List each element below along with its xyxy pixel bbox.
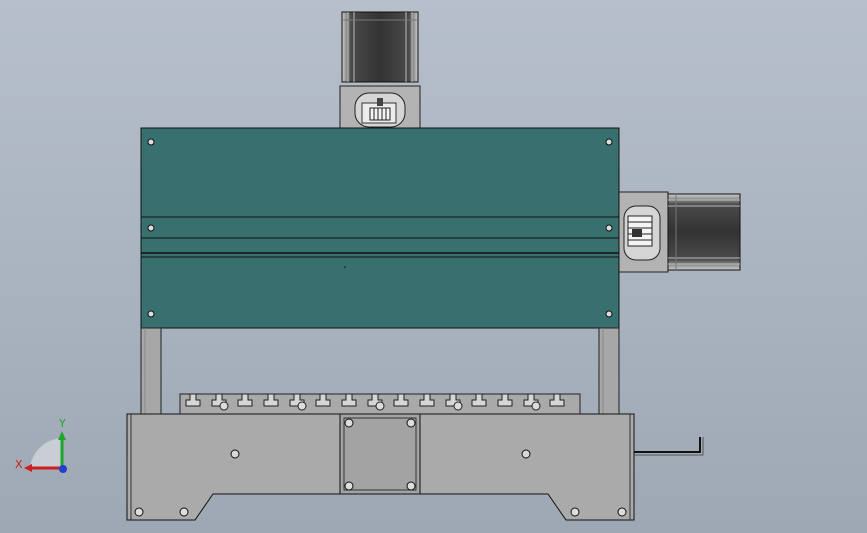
z-axis-stepper-motor	[341, 11, 419, 83]
orientation-triad[interactable]: X Y	[15, 417, 67, 473]
gantry-plate	[140, 127, 620, 329]
y-axis-arrowhead	[58, 431, 66, 440]
x-axis-label: X	[15, 458, 23, 471]
y-axis-motor-plate	[339, 413, 421, 495]
cad-model-viewport[interactable]: X Y	[0, 0, 867, 533]
x-axis-stepper-motor	[667, 193, 741, 271]
z-axis-dot	[59, 465, 67, 473]
base-screws	[134, 507, 627, 517]
left-support-post	[140, 327, 162, 415]
z-motor-mount-bracket	[339, 85, 421, 129]
t-slot-extrusion-bed	[179, 393, 581, 415]
x-shaft-coupler	[627, 215, 653, 247]
x-motor-mount-bracket	[617, 191, 669, 273]
x-axis-arrowhead	[24, 464, 32, 472]
y-axis-label: Y	[58, 417, 66, 430]
right-support-post	[598, 327, 620, 415]
cable	[634, 437, 704, 456]
